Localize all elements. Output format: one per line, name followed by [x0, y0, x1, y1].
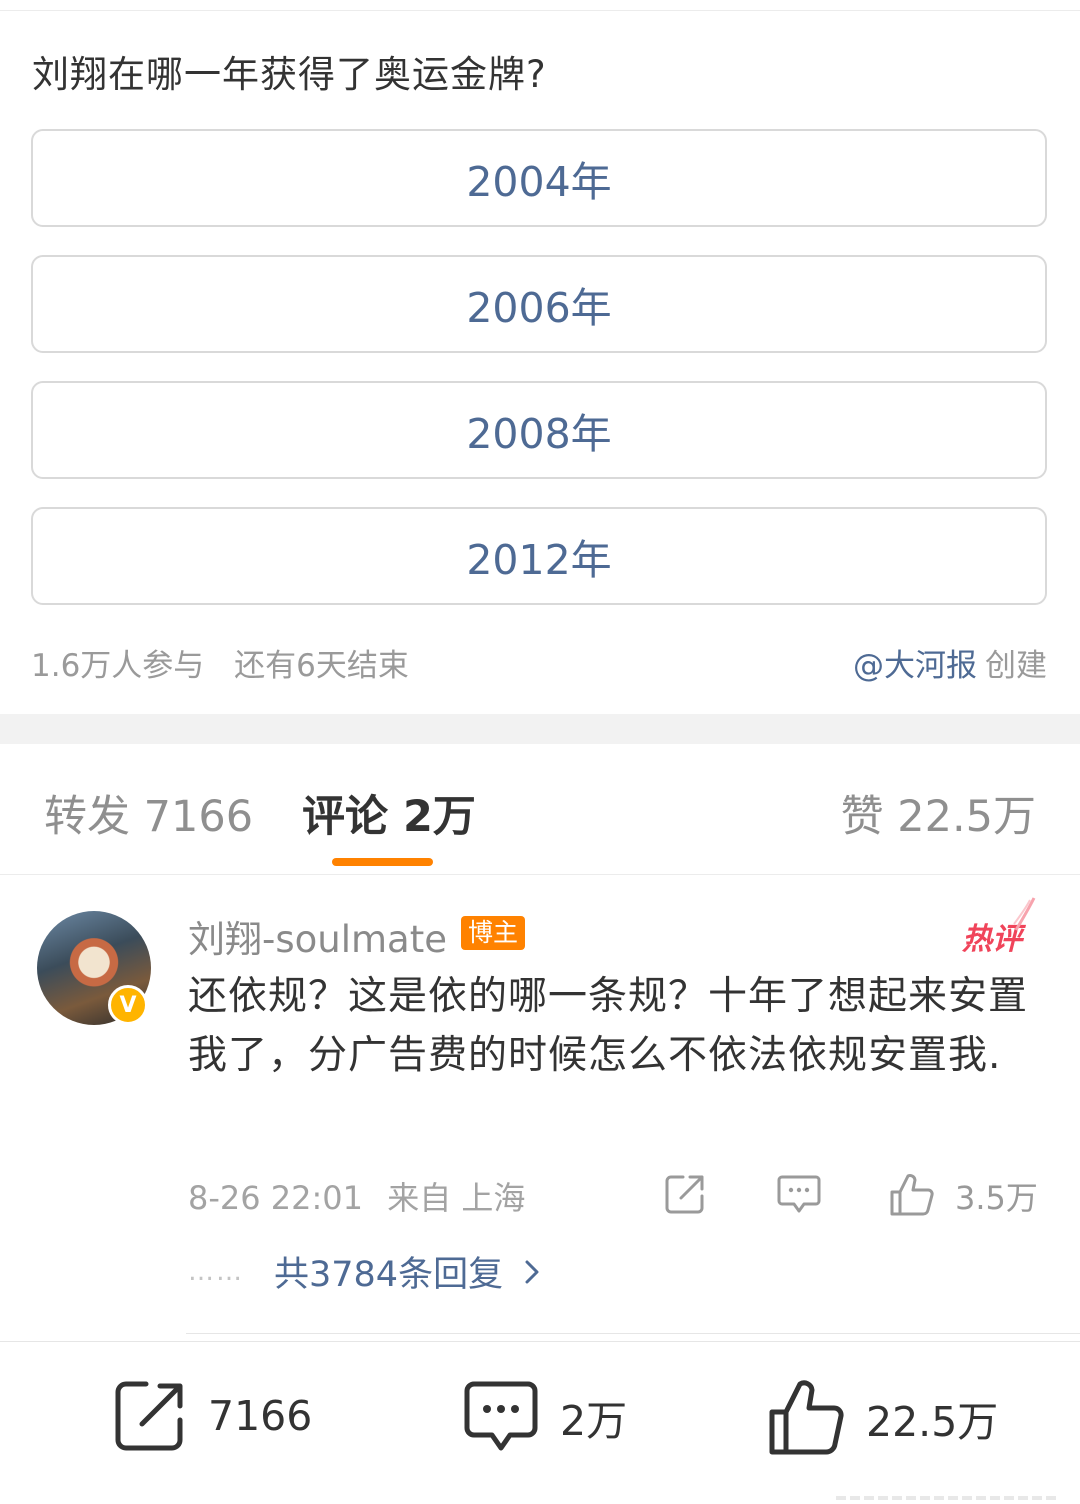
comment-meta: 8-26 22:01 来自 上海: [188, 1173, 525, 1219]
bottom-bar-divider: [0, 1341, 1080, 1342]
poll-question: 刘翔在哪一年获得了奥运金牌?: [32, 53, 547, 96]
poll-participants: 1.6万人参与: [31, 648, 205, 684]
tab-comments[interactable]: 评论 2万: [302, 782, 476, 844]
bottom-comment-button[interactable]: 2万: [462, 1378, 627, 1456]
poll-creator-suffix: 创建: [985, 648, 1047, 684]
bottom-comment-count: 2万: [560, 1397, 628, 1445]
poll-creator: @大河报 创建: [853, 640, 1047, 685]
like-icon[interactable]: [888, 1172, 936, 1218]
view-replies-link[interactable]: …… 共3784条回复: [188, 1246, 541, 1297]
bottom-repost-button[interactable]: 7166: [112, 1378, 312, 1454]
poll-stats: 1.6万人参与 还有6天结束: [31, 640, 409, 685]
bottom-like-count: 22.5万: [866, 1398, 999, 1446]
comment-username[interactable]: 刘翔-soulmate: [188, 909, 447, 963]
replies-dots: ……: [188, 1256, 244, 1287]
share-icon[interactable]: [663, 1172, 707, 1216]
repost-icon: [115, 1381, 183, 1451]
poll-creator-link[interactable]: @大河报: [853, 648, 977, 684]
tabs-divider: [0, 874, 1080, 875]
poll-option-2012[interactable]: 2012年: [31, 507, 1047, 605]
replies-label: 共3784条回复: [274, 1255, 504, 1295]
home-indicator: [836, 1496, 1056, 1500]
comment-like-count: 3.5万: [955, 1179, 1038, 1217]
comment-icon: [464, 1381, 538, 1451]
section-gap: [0, 714, 1080, 744]
tab-likes[interactable]: 赞 22.5万: [841, 782, 1036, 844]
poll-option-2006[interactable]: 2006年: [31, 255, 1047, 353]
bottom-repost-count: 7166: [208, 1392, 313, 1440]
comment-body: 还依规？这是依的哪一条规？十年了想起来安置我了，分广告费的时候怎么不依法依规安置…: [188, 974, 1029, 1078]
hot-wing-icon: [1013, 897, 1036, 931]
author-badge: 博主: [461, 916, 526, 950]
poll-option-2008[interactable]: 2008年: [31, 381, 1047, 479]
tab-active-indicator: [332, 858, 433, 866]
comment-source: 来自 上海: [387, 1179, 526, 1217]
poll-remaining: 还有6天结束: [234, 648, 409, 684]
comment-date: 8-26 22:01: [188, 1179, 364, 1217]
top-divider: [0, 10, 1080, 11]
poll-option-2004[interactable]: 2004年: [31, 129, 1047, 227]
chevron-right-icon: [525, 1260, 539, 1283]
comment-divider: [186, 1333, 1080, 1334]
verified-badge-icon: V: [108, 985, 148, 1025]
comment-icon[interactable]: [776, 1172, 822, 1216]
bottom-like-button[interactable]: 22.5万: [766, 1378, 998, 1458]
tab-repost[interactable]: 转发 7166: [44, 782, 253, 844]
like-icon: [769, 1380, 844, 1455]
